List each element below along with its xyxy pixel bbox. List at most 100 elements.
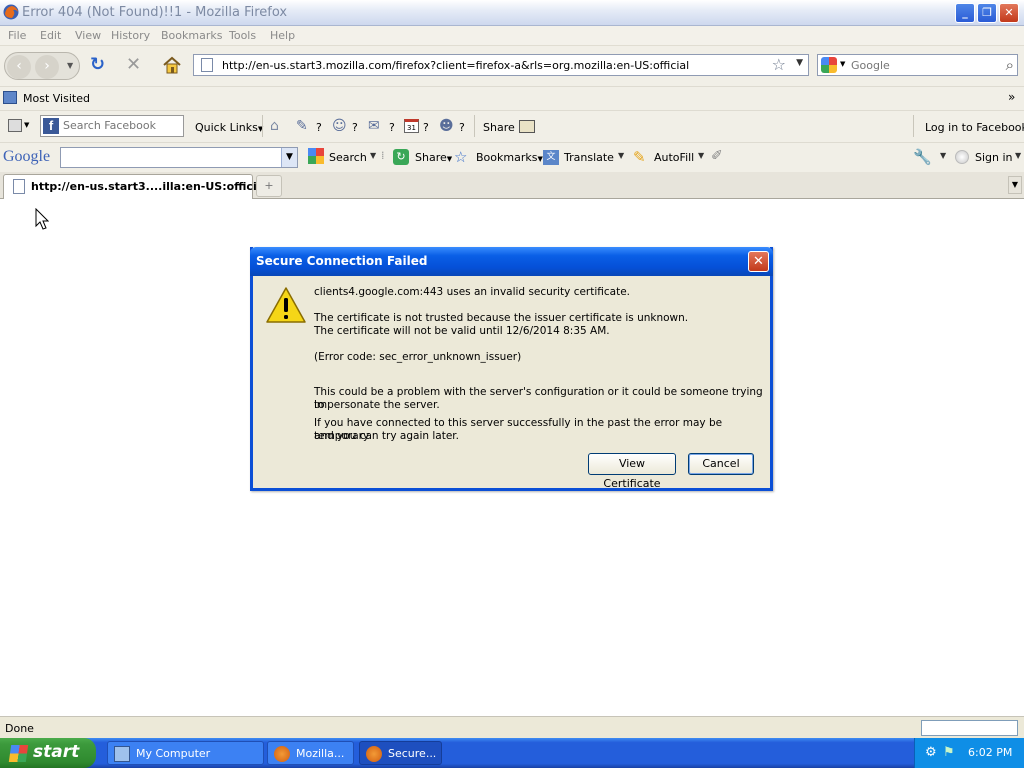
fb-share-button[interactable]: Share — [483, 121, 515, 134]
facebook-toolbar: ▼ f Quick Links▼ ⌂ ✎ ? ☺ ? ✉ ? 31 ? ☻ ? … — [0, 110, 1024, 142]
quick-links-menu[interactable]: Quick Links▼ — [195, 121, 263, 134]
close-window-button[interactable]: ✕ — [999, 3, 1019, 23]
new-tab-button[interactable]: + — [256, 175, 282, 197]
url-input[interactable] — [222, 57, 762, 73]
fb-login-button[interactable]: Log in to Facebook — [925, 121, 1024, 134]
windows-logo-icon — [8, 745, 29, 762]
autofill-dropdown-icon[interactable]: ▼ — [698, 151, 704, 160]
cancel-button[interactable]: Cancel — [688, 453, 754, 475]
status-bar: Done — [0, 716, 1024, 738]
maximize-button[interactable]: ❐ — [977, 3, 997, 23]
sign-in-dropdown-icon[interactable]: ▼ — [1015, 151, 1021, 160]
fb-menu-dropdown-icon[interactable]: ▼ — [24, 121, 29, 129]
url-bar[interactable]: ☆ ▼ — [193, 54, 809, 76]
sign-in-button[interactable]: Sign in — [975, 151, 1013, 164]
google-share-button[interactable]: Share▼ — [415, 151, 452, 164]
separator — [913, 115, 914, 137]
bookmarks-toolbar: Most Visited » — [0, 86, 1024, 110]
menu-view[interactable]: View — [75, 29, 101, 42]
reload-icon[interactable]: ↻ — [90, 55, 105, 75]
google-logo[interactable]: Google — [3, 148, 50, 166]
autofill-pencil-icon[interactable]: ✎ — [633, 148, 646, 166]
secure-connection-dialog: Secure Connection Failed ✕ clients4.goog… — [250, 247, 773, 491]
history-dropdown-icon[interactable]: ▼ — [67, 61, 73, 70]
dialog-title: Secure Connection Failed — [256, 254, 428, 268]
wrench-icon[interactable]: 🔧 — [913, 148, 932, 166]
share-box-icon[interactable] — [519, 120, 535, 133]
menu-help[interactable]: Help — [270, 29, 295, 42]
start-button[interactable]: start — [0, 738, 96, 768]
taskbar-item-secure[interactable]: Secure... — [359, 741, 442, 765]
eraser-icon[interactable]: ✐ — [711, 148, 723, 164]
clock[interactable]: 6:02 PM — [968, 746, 1012, 759]
search-options-dropdown-icon[interactable]: ▼ — [370, 151, 376, 160]
facebook-icon: f — [43, 118, 59, 134]
search-icon[interactable]: ⌕ — [1006, 56, 1014, 74]
fb-home-icon[interactable]: ⌂ — [270, 118, 279, 134]
url-dropdown-icon[interactable]: ▼ — [796, 58, 803, 68]
bookmarks-overflow-button[interactable]: » — [1008, 90, 1015, 104]
menu-file[interactable]: File — [8, 29, 26, 42]
fb-friends-icon[interactable]: ☺ — [332, 118, 347, 134]
fb-events-calendar-icon[interactable]: 31 — [404, 119, 419, 133]
menu-edit[interactable]: Edit — [40, 29, 61, 42]
settings-dropdown-icon[interactable]: ▼ — [940, 151, 946, 160]
translate-button[interactable]: Translate — [564, 151, 614, 164]
minimize-button[interactable]: _ — [955, 3, 975, 23]
tray-app-icon[interactable]: ⚑ — [943, 745, 955, 760]
status-text: Done — [5, 722, 34, 735]
google-search-dropdown-icon[interactable]: ▼ — [281, 148, 297, 167]
google-search-box[interactable]: ▼ — [60, 147, 298, 168]
taskbar-item-my-computer[interactable]: My Computer — [107, 741, 264, 765]
bookmarks-star-icon[interactable]: ☆ — [454, 148, 467, 166]
search-input[interactable] — [851, 58, 991, 73]
fb-groups-icon[interactable]: ☻ — [439, 118, 454, 134]
google-search-button[interactable]: Search — [329, 151, 367, 164]
back-button[interactable]: ‹ — [7, 55, 31, 79]
tab-list-dropdown-icon[interactable]: ▼ — [1008, 176, 1022, 194]
computer-icon — [114, 746, 130, 762]
autofill-button[interactable]: AutoFill — [654, 151, 694, 164]
dialog-title-bar: Secure Connection Failed ✕ — [250, 247, 773, 276]
menu-bookmarks[interactable]: Bookmarks — [161, 29, 222, 42]
separator — [474, 115, 475, 137]
menu-tools[interactable]: Tools — [229, 29, 256, 42]
network-icon[interactable]: ⚙ — [925, 745, 937, 760]
stop-icon[interactable]: ✕ — [126, 55, 141, 75]
bookmark-star-icon[interactable]: ☆ — [772, 55, 786, 74]
fb-menu-icon[interactable] — [8, 119, 22, 132]
google-bookmarks-button[interactable]: Bookmarks▼ — [476, 151, 543, 164]
fb-notifications-icon[interactable]: ✎ — [296, 118, 308, 134]
view-certificate-button[interactable]: View Certificate — [588, 453, 676, 490]
windows-taskbar: start My Computer Mozilla... Secure... ⚙… — [0, 738, 1024, 768]
page-icon — [201, 58, 213, 72]
window-title: Error 404 (Not Found)!!1 - Mozilla Firef… — [22, 5, 288, 20]
taskbar-item-mozilla[interactable]: Mozilla... — [267, 741, 354, 765]
dialog-message-line: The certificate is not trusted because t… — [314, 312, 689, 324]
share-icon[interactable]: ↻ — [393, 149, 409, 165]
facebook-search-box[interactable]: f — [40, 115, 184, 137]
folder-icon — [3, 91, 17, 104]
system-tray: ⚙ ⚑ 6:02 PM — [914, 738, 1024, 768]
mouse-cursor-icon — [35, 208, 49, 230]
groups-count: ? — [459, 121, 465, 134]
google-engine-icon[interactable] — [821, 57, 837, 73]
translate-dropdown-icon[interactable]: ▼ — [618, 151, 624, 160]
dialog-close-button[interactable]: ✕ — [748, 251, 769, 272]
forward-button[interactable]: › — [35, 55, 59, 79]
engine-dropdown-icon[interactable]: ▼ — [840, 60, 845, 68]
home-icon[interactable] — [162, 56, 182, 74]
facebook-search-input[interactable] — [63, 118, 181, 133]
sign-in-icon[interactable] — [955, 150, 969, 164]
fb-messages-icon[interactable]: ✉ — [368, 118, 380, 134]
translate-icon[interactable]: 文 — [543, 150, 559, 165]
google-search-icon[interactable] — [308, 148, 324, 164]
menu-history[interactable]: History — [111, 29, 150, 42]
tab-current[interactable]: http://en-us.start3....illa:en-US:offici… — [3, 174, 268, 199]
firefox-icon — [274, 746, 290, 762]
firefox-icon — [366, 746, 382, 762]
navigation-toolbar: ‹ › ▼ ↻ ✕ ☆ ▼ ▼ ⌕ — [0, 46, 1024, 86]
tab-page-icon — [13, 179, 25, 194]
search-bar[interactable]: ▼ ⌕ — [817, 54, 1018, 76]
most-visited-bookmark[interactable]: Most Visited — [23, 92, 90, 105]
